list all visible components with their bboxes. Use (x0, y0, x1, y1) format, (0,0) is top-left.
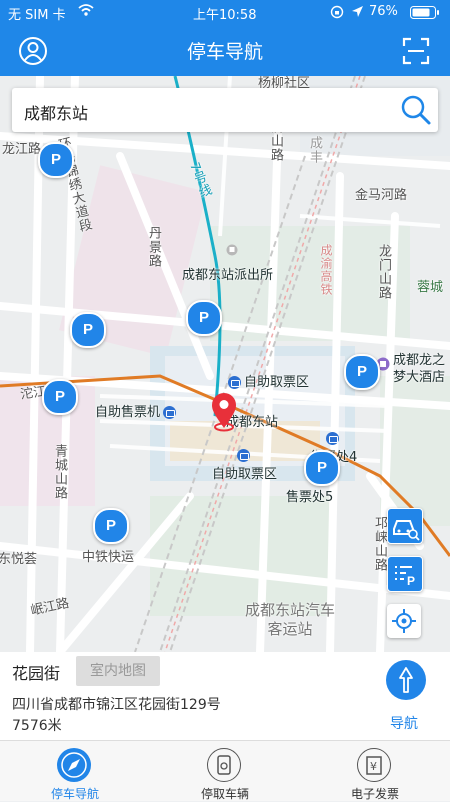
location-arrow-icon (351, 5, 364, 22)
navigate-arrow-icon (399, 667, 413, 693)
find-car-button[interactable] (387, 508, 423, 544)
rotation-lock-icon (330, 5, 344, 23)
map-poi-ticket-machine: 自助售票机 (95, 401, 179, 420)
map-label: 中铁快运 (82, 550, 135, 565)
place-address: 四川省成都市锦江区花园街129号 (12, 697, 221, 713)
svg-text:P: P (407, 574, 415, 588)
map-poi-ticket-pick-2: 自助取票区 (212, 448, 277, 482)
svg-text:¥: ¥ (370, 760, 377, 773)
compass-icon (57, 748, 91, 782)
poi-label: 自助售票机 (95, 405, 161, 420)
indoor-map-button[interactable]: 室内地图 (76, 656, 160, 686)
parking-marker[interactable]: P (186, 300, 222, 336)
crosshair-icon (392, 609, 416, 633)
tab-label: 电子发票 (350, 787, 399, 801)
navigate-label[interactable]: 导航 (390, 713, 418, 733)
parking-list-icon: P (395, 566, 415, 588)
parking-marker[interactable]: P (70, 312, 106, 348)
place-name: 花园街 (12, 664, 61, 683)
wifi-icon (78, 3, 94, 21)
map-label: 蓉城 (417, 280, 444, 295)
map-poi-bus-station: 成都东站汽车客运站 (244, 601, 335, 638)
map-poi-ticket-pick: 自助取票区 (228, 371, 309, 390)
carrier-label: 无 SIM 卡 (8, 8, 66, 23)
ticket-icon (163, 406, 177, 419)
map-view[interactable]: 杨柳社区 龙江路 环路锦绣大道段 7号线 济山路 成丰 金马河路 丹景路 龙门山… (0, 76, 450, 652)
poi-label: 自助取票区 (212, 467, 278, 482)
map-poi-police: 成都东站派出所 (182, 268, 274, 283)
map-label: 东悦荟 (0, 552, 38, 567)
map-label: 金马河路 (355, 188, 408, 203)
tab-label: 停车导航 (50, 787, 99, 801)
parking-marker[interactable]: P (42, 379, 78, 415)
place-info-panel: 花园街 室内地图 四川省成都市锦江区花园街129号 7576米 (0, 652, 450, 740)
status-bar: 无 SIM 卡 上午10:58 76% (0, 0, 450, 24)
map-label: 青城山路 (52, 444, 67, 500)
parking-list-button[interactable]: P (387, 556, 423, 592)
parking-marker[interactable]: P (304, 450, 340, 486)
tab-e-invoice[interactable]: ¥ 电子发票 (300, 741, 450, 801)
location-pin-icon (211, 392, 237, 432)
battery-percent: 76% (369, 4, 398, 19)
clock: 上午10:58 (193, 8, 257, 23)
ticket-icon (236, 449, 250, 462)
tab-parking-navigation[interactable]: 停车导航 (0, 741, 150, 801)
tab-pick-car[interactable]: 停取车辆 (150, 741, 300, 801)
place-distance: 7576米 (12, 718, 62, 734)
my-location-button[interactable] (387, 604, 421, 638)
top-nav-bar: 停车导航 (0, 24, 450, 76)
bottom-tab-bar: 停车导航 停取车辆 ¥ 电子发票 (0, 740, 450, 801)
search-icon[interactable] (400, 94, 432, 126)
police-station-icon (226, 244, 238, 260)
page-title: 停车导航 (186, 41, 263, 63)
parking-marker[interactable]: P (38, 142, 74, 178)
parking-marker[interactable]: P (93, 508, 129, 544)
car-search-icon (393, 520, 420, 541)
battery-icon (410, 6, 440, 23)
map-label: 成渝高铁 (319, 244, 333, 296)
map-poi-ticket-office-5: 售票处5 (286, 490, 334, 505)
search-input[interactable]: 成都东站 (24, 100, 88, 124)
navigate-button[interactable] (386, 660, 426, 700)
invoice-icon: ¥ (357, 748, 391, 782)
map-label: 龙江路 (2, 142, 42, 157)
car-wallet-icon (207, 748, 241, 782)
scan-icon[interactable] (402, 37, 430, 65)
search-bar[interactable]: 成都东站 (12, 88, 438, 132)
ticket-icon (325, 432, 339, 445)
poi-label: 自助取票区 (244, 375, 310, 390)
map-label: 成丰 (307, 136, 322, 164)
ticket-icon (228, 376, 241, 389)
parking-marker[interactable]: P (344, 354, 380, 390)
map-label: 丹景路 (146, 226, 161, 268)
map-label: 龙门山路 (376, 244, 391, 300)
map-poi-hotel: 成都龙之梦大酒店 (393, 353, 446, 385)
tab-label: 停取车辆 (200, 787, 249, 801)
